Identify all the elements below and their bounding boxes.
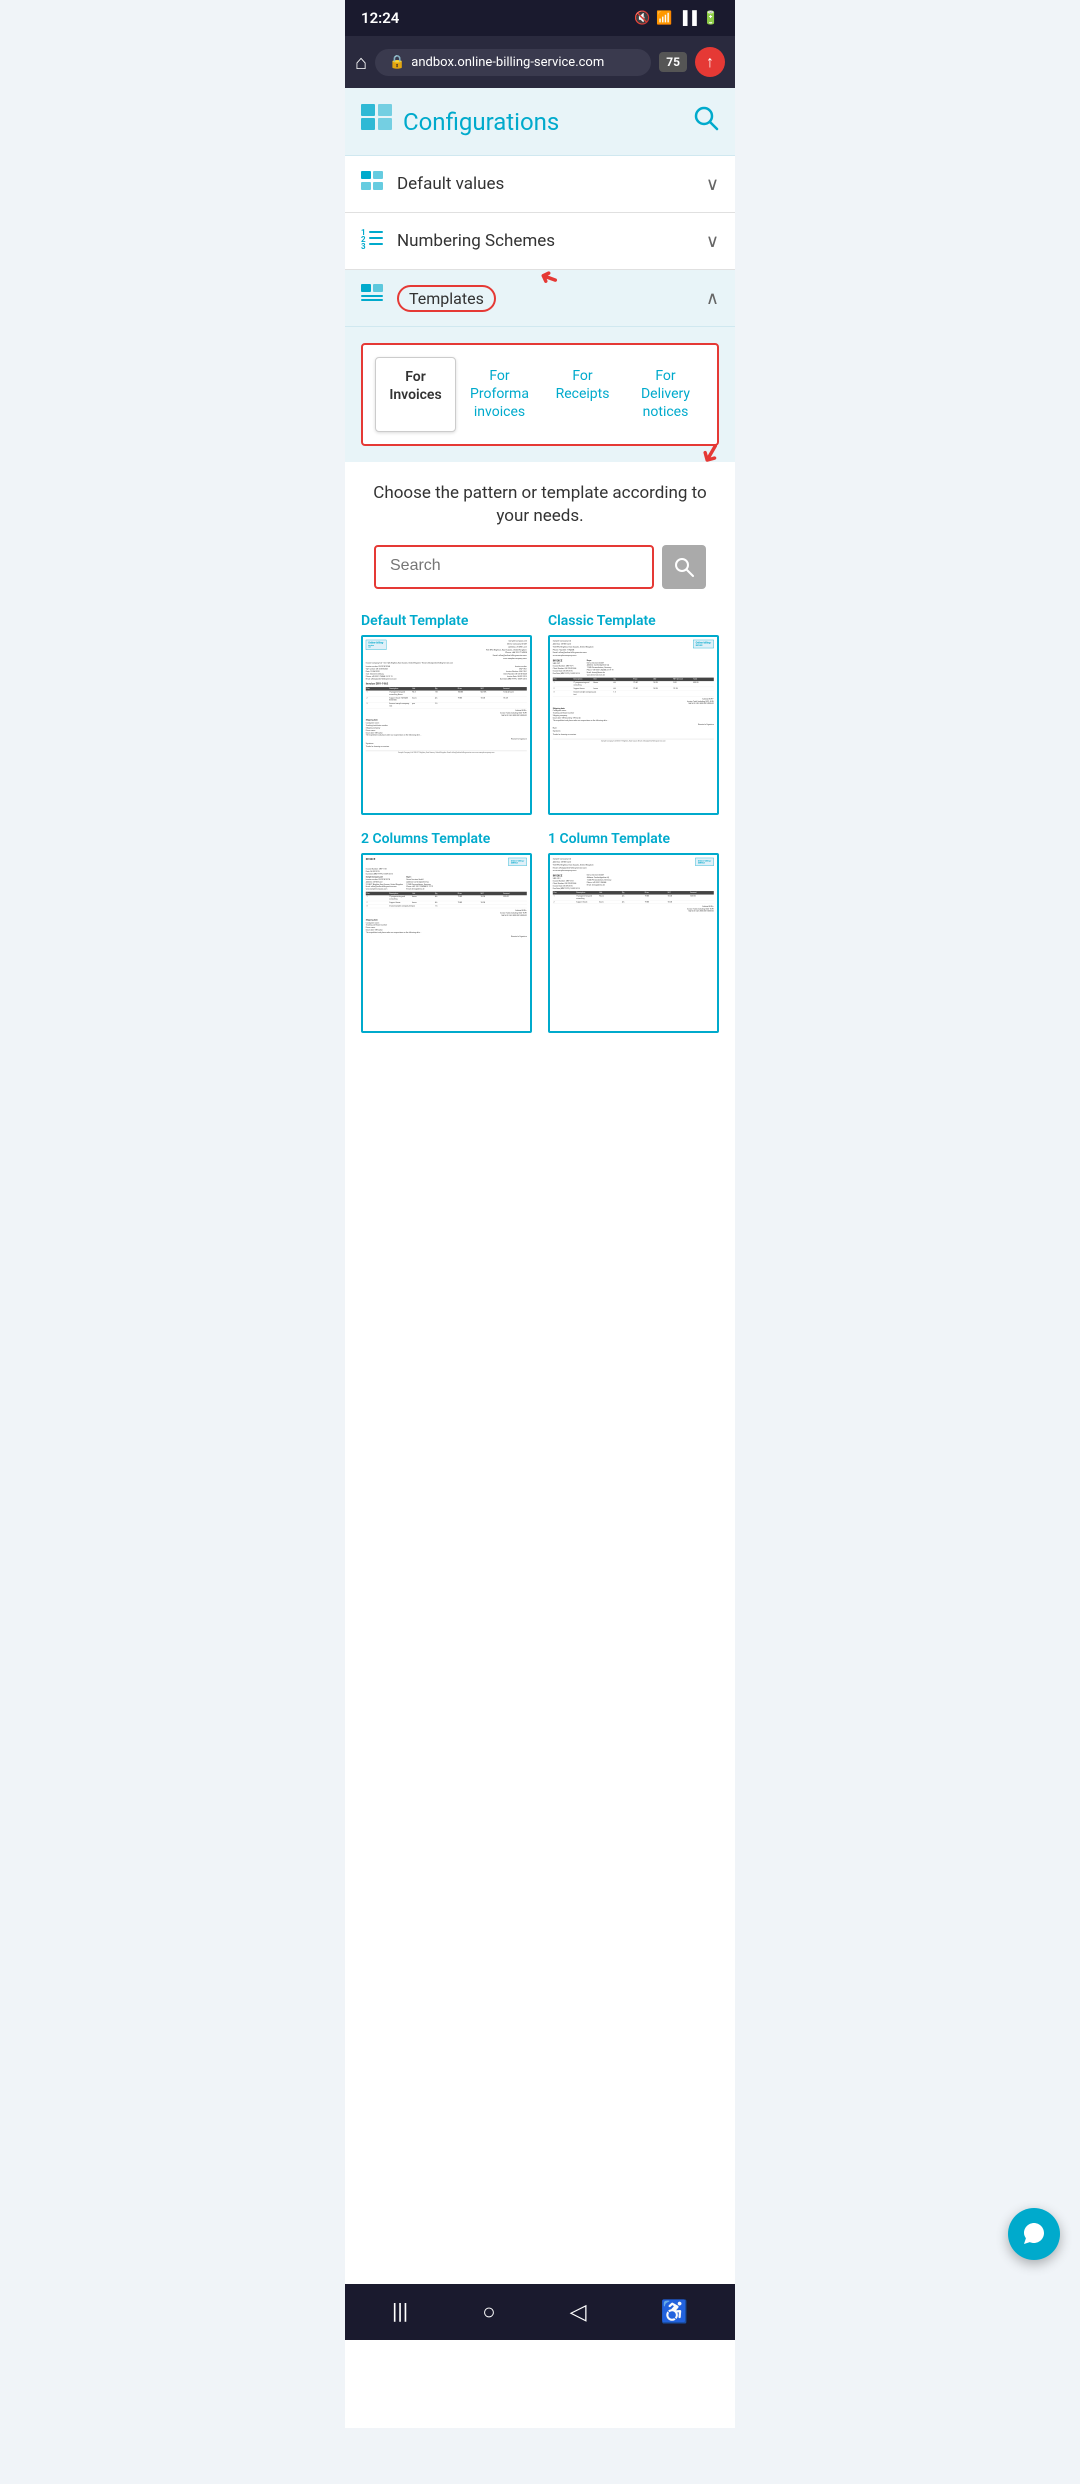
content-area: Choose the pattern or template according… <box>345 462 735 1054</box>
numbering-schemes-arrow: ∨ <box>706 231 719 252</box>
nav-home-button[interactable]: ○ <box>482 2299 495 2325</box>
nav-back-button[interactable]: ◁ <box>570 2300 587 2325</box>
lock-icon: 🔒 <box>389 55 405 70</box>
classic-template-preview: Sample Company LtdAddress: 20 Mill Lane9… <box>548 635 719 815</box>
bottom-navigation: ||| ○ ◁ ♿ <box>345 2284 735 2340</box>
browser-bar: ⌂ 🔒 andbox.online-billing-service.com 75… <box>345 36 735 88</box>
status-bar: 12:24 🔇 📶 ▐▐ 🔋 <box>345 0 735 36</box>
templates-header[interactable]: Templates ➜ ∧ <box>345 270 735 327</box>
status-time: 12:24 <box>361 9 399 27</box>
doc-preview-default: Online-billing-servicecom Sample Company… <box>366 640 527 755</box>
mute-icon: 🔇 <box>634 11 650 26</box>
search-container <box>361 545 719 589</box>
config-title: Configurations <box>403 108 559 136</box>
upload-button[interactable]: ↑ <box>695 47 725 77</box>
two-columns-template-inner: INVOICE Online-billing-SERVICE Invoice N… <box>363 855 530 1031</box>
template-tabs: For Invoices ForProformainvoices ForRece… <box>375 357 705 432</box>
search-input[interactable] <box>376 547 652 585</box>
doc-preview-classic: Sample Company LtdAddress: 20 Mill Lane9… <box>553 640 714 743</box>
url-text: andbox.online-billing-service.com <box>411 55 604 70</box>
default-template-card[interactable]: Default Template Online-billing-servicec… <box>361 613 532 815</box>
doc-preview-two-columns: INVOICE Online-billing-SERVICE Invoice N… <box>366 858 527 938</box>
one-column-template-card[interactable]: 1 Column Template Sample Company LtdAddr… <box>548 831 719 1033</box>
one-column-template-title: 1 Column Template <box>548 831 719 847</box>
template-tabs-area: For Invoices ForProformainvoices ForRece… <box>345 327 735 462</box>
classic-template-inner: Sample Company LtdAddress: 20 Mill Lane9… <box>550 637 717 813</box>
default-template-inner: Online-billing-servicecom Sample Company… <box>363 637 530 813</box>
numbering-schemes-menu-item[interactable]: 1 2 3 Numbering Schemes ∨ <box>345 213 735 270</box>
numbering-schemes-icon: 1 2 3 <box>361 227 385 255</box>
page-container: Configurations Default values ∨ <box>345 88 735 2428</box>
configurations-header: Configurations <box>345 88 735 156</box>
two-columns-template-preview: INVOICE Online-billing-SERVICE Invoice N… <box>361 853 532 1033</box>
default-template-preview: Online-billing-servicecom Sample Company… <box>361 635 532 815</box>
svg-text:3: 3 <box>361 242 366 249</box>
default-values-label: Default values <box>397 174 504 194</box>
wifi-icon: 📶 <box>656 11 672 26</box>
templates-section: Templates ➜ ∧ For Invoices ForProformain… <box>345 270 735 462</box>
two-columns-template-card[interactable]: 2 Columns Template INVOICE Online-billin… <box>361 831 532 1033</box>
classic-template-card[interactable]: Classic Template Sample Company LtdAddre… <box>548 613 719 815</box>
templates-grid: Default Template Online-billing-servicec… <box>361 613 719 1033</box>
home-button[interactable]: ⌂ <box>355 50 367 75</box>
one-column-template-inner: Sample Company LtdAddress: 20 Mill Lane9… <box>550 855 717 1031</box>
url-bar[interactable]: 🔒 andbox.online-billing-service.com <box>375 49 651 76</box>
default-template-title: Default Template <box>361 613 532 629</box>
config-title-area: Configurations <box>361 104 559 139</box>
numbering-schemes-label: Numbering Schemes <box>397 231 555 251</box>
menu-item-left: 1 2 3 Numbering Schemes <box>361 227 555 255</box>
config-icon <box>361 104 393 139</box>
two-columns-template-title: 2 Columns Template <box>361 831 532 847</box>
search-button[interactable] <box>662 545 706 589</box>
battery-icon: 🔋 <box>703 11 719 26</box>
tab-proforma[interactable]: ForProformainvoices <box>460 357 539 432</box>
default-values-icon <box>361 170 385 198</box>
templates-icon <box>361 284 385 312</box>
default-values-arrow: ∨ <box>706 174 719 195</box>
tab-receipts[interactable]: ForReceipts <box>543 357 622 432</box>
signal-icon: ▐▐ <box>678 10 696 26</box>
tab-delivery[interactable]: ForDeliverynotices <box>626 357 705 432</box>
choose-text: Choose the pattern or template according… <box>361 482 719 530</box>
templates-expand-arrow: ∧ <box>706 288 719 309</box>
default-values-menu-item[interactable]: Default values ∨ <box>345 156 735 213</box>
templates-label: Templates <box>397 285 496 312</box>
search-icon[interactable] <box>693 105 719 138</box>
one-column-template-preview: Sample Company LtdAddress: 20 Mill Lane9… <box>548 853 719 1033</box>
doc-preview-one-column: Sample Company LtdAddress: 20 Mill Lane9… <box>553 858 714 913</box>
tab-count-button[interactable]: 75 <box>659 52 687 72</box>
nav-accessibility-button[interactable]: ♿ <box>661 2300 688 2325</box>
classic-template-title: Classic Template <box>548 613 719 629</box>
templates-header-left: Templates ➜ <box>361 284 496 312</box>
search-input-wrapper <box>374 545 654 589</box>
nav-menu-button[interactable]: ||| <box>392 2300 408 2325</box>
template-tabs-container: For Invoices ForProformainvoices ForRece… <box>361 343 719 446</box>
status-icons: 🔇 📶 ▐▐ 🔋 <box>634 10 719 26</box>
tab-invoices[interactable]: For Invoices <box>375 357 456 432</box>
chat-fab-button[interactable] <box>1008 2208 1060 2260</box>
menu-item-left: Default values <box>361 170 504 198</box>
